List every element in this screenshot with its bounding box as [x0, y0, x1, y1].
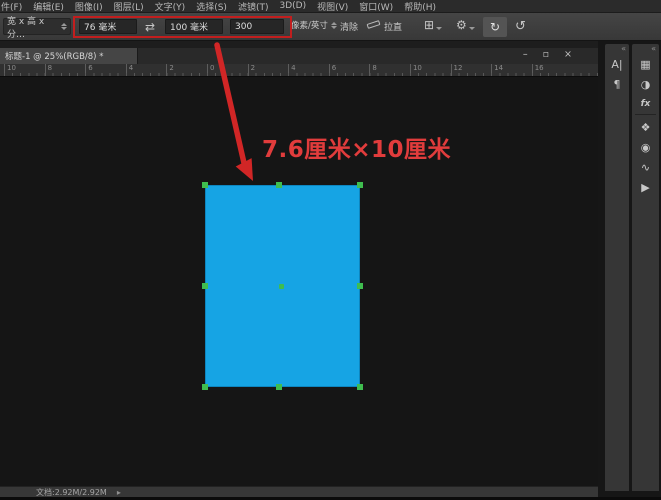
menu-item[interactable]: 图像(I)	[75, 0, 103, 13]
ruler-tick: 2	[166, 64, 207, 72]
straighten-label: 拉直	[384, 20, 402, 33]
crop-handle-bottom-center[interactable]	[276, 384, 282, 390]
menu-item[interactable]: 窗口(W)	[359, 0, 393, 13]
panel-dock: « A| ¶ « ▦ ◑ fx ❖ ◉ ∿ ▶	[598, 41, 661, 497]
clear-button-label: 清除	[340, 20, 358, 33]
layers-panel-icon[interactable]: ❖	[637, 120, 655, 135]
dock-column-type: « A| ¶	[605, 44, 629, 491]
crop-handle-mid-right[interactable]	[357, 283, 363, 289]
status-expand-icon[interactable]: ▸	[117, 488, 121, 497]
resolution-unit-label: 像素/英寸	[291, 19, 328, 31]
ruler-tick: 0	[207, 64, 248, 72]
menu-item[interactable]: 滤镜(T)	[238, 0, 269, 13]
document-window: 标题-1 @ 25%(RGB/8) * – ▫ × 10864202468101…	[0, 41, 598, 500]
clear-button[interactable]: 清除	[340, 20, 358, 33]
menu-item[interactable]: 图层(L)	[114, 0, 144, 13]
crop-handle-bottom-right[interactable]	[357, 384, 363, 390]
horizontal-ruler: 1086420246810121416	[0, 64, 598, 77]
menu-item[interactable]: 编辑(E)	[33, 0, 64, 13]
crop-handle-top-left[interactable]	[202, 182, 208, 188]
expand-panels-icon[interactable]: «	[632, 44, 659, 54]
menu-item[interactable]: 3D(D)	[279, 1, 306, 11]
paths-panel-icon[interactable]: ∿	[637, 160, 655, 175]
size-annotation-label: 7.6厘米×10厘米	[262, 130, 451, 164]
crop-options-bar: 宽 x 高 x 分… ⇄ 像素/英寸 清除 拉直 ⊞ ⚙ ↻ ↺	[0, 13, 661, 41]
swatches-panel-icon[interactable]: ▦	[637, 57, 655, 72]
straighten-level-icon[interactable]	[367, 22, 380, 27]
crop-handle-mid-left[interactable]	[202, 283, 208, 289]
ruler-tick: 2	[248, 64, 289, 72]
paragraph-panel-icon[interactable]: ¶	[608, 77, 626, 92]
crop-center-point[interactable]	[279, 284, 284, 289]
ruler-tick: 8	[369, 64, 410, 72]
menu-item[interactable]: 件(F)	[1, 0, 22, 13]
swap-dimensions-icon[interactable]: ⇄	[145, 21, 155, 33]
overlay-grid-icon[interactable]: ⊞	[424, 19, 442, 31]
ruler-tick: 4	[126, 64, 167, 72]
document-size-info: 文档:2.92M/2.92M	[36, 487, 107, 498]
menu-item[interactable]: 选择(S)	[196, 0, 227, 13]
reset-crop-button[interactable]: ↺	[515, 20, 526, 33]
minimize-icon[interactable]: –	[523, 49, 528, 60]
crop-handle-top-center[interactable]	[276, 182, 282, 188]
window-controls: – ▫ ×	[523, 49, 572, 60]
rotate-crop-icon: ↻	[490, 20, 500, 34]
crop-settings-gear-icon[interactable]: ⚙	[456, 19, 475, 31]
character-panel-icon[interactable]: A|	[608, 57, 626, 72]
channels-panel-icon[interactable]: ◉	[637, 140, 655, 155]
document-tab-bar: 标题-1 @ 25%(RGB/8) * – ▫ ×	[0, 48, 598, 64]
crop-preset-dropdown[interactable]: 宽 x 高 x 分…	[3, 18, 71, 35]
expand-panels-icon[interactable]: «	[605, 44, 629, 54]
ruler-tick: 10	[410, 64, 451, 72]
gear-glyph: ⚙	[456, 19, 467, 31]
ruler-tick: 14	[491, 64, 532, 72]
crop-height-input[interactable]	[165, 19, 223, 34]
crop-preset-label: 宽 x 高 x 分…	[7, 14, 61, 40]
menu-item[interactable]: 视图(V)	[317, 0, 348, 13]
document-tab-title: 标题-1 @ 25%(RGB/8) *	[5, 50, 103, 62]
document-tab[interactable]: 标题-1 @ 25%(RGB/8) *	[0, 48, 138, 64]
dropdown-arrow-icon	[436, 27, 442, 30]
resolution-unit-dropdown[interactable]: 像素/英寸	[291, 19, 337, 31]
menu-item[interactable]: 帮助(H)	[404, 0, 436, 13]
menu-bar: 件(F) 编辑(E) 图像(I) 图层(L) 文字(Y) 选择(S) 滤镜(T) 3D(D) 视…	[0, 0, 661, 13]
menu-item[interactable]: 文字(Y)	[155, 0, 186, 13]
restore-icon[interactable]: ▫	[543, 49, 549, 60]
close-icon[interactable]: ×	[564, 49, 572, 60]
rotate-crop-box-button[interactable]: ↻	[483, 17, 507, 37]
straighten-button[interactable]: 拉直	[384, 20, 402, 33]
dock-separator	[635, 114, 656, 115]
chevron-updown-icon	[61, 23, 67, 30]
grid-glyph: ⊞	[424, 19, 434, 31]
ruler-tick: 4	[288, 64, 329, 72]
dropdown-arrow-icon	[469, 27, 475, 30]
ruler-tick: 10	[4, 64, 45, 72]
ruler-tick: 16	[532, 64, 573, 72]
crop-width-input[interactable]	[79, 19, 137, 34]
reset-icon: ↺	[515, 20, 526, 33]
actions-panel-icon[interactable]: ▶	[637, 180, 655, 195]
styles-panel-icon[interactable]: fx	[637, 97, 655, 112]
crop-handle-bottom-left[interactable]	[202, 384, 208, 390]
chevron-updown-icon	[331, 22, 337, 29]
crop-resolution-input[interactable]	[230, 19, 284, 34]
ruler-tick: 6	[329, 64, 370, 72]
crop-handle-top-right[interactable]	[357, 182, 363, 188]
ruler-tick: 8	[45, 64, 86, 72]
status-bar: 文档:2.92M/2.92M ▸	[0, 486, 598, 497]
adjustments-panel-icon[interactable]: ◑	[637, 77, 655, 92]
ruler-tick: 12	[451, 64, 492, 72]
dock-column-panels: « ▦ ◑ fx ❖ ◉ ∿ ▶	[632, 44, 659, 491]
ruler-tick: 6	[85, 64, 126, 72]
